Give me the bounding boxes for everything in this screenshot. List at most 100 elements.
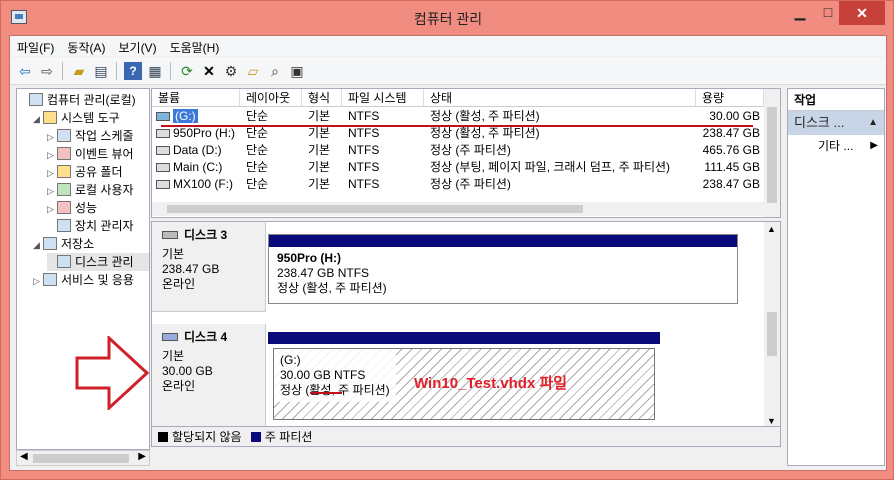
table-row[interactable]: 950Pro (H:) 단순 기본 NTFS 정상 (활성, 주 파티션) 238.47 … <box>152 125 764 142</box>
column-header-layout[interactable]: 레이아웃 <box>240 89 302 107</box>
actions-section-disk[interactable]: 디스크 ... ▲ <box>788 111 884 135</box>
tree-item[interactable]: ◢ 시스템 도구 <box>33 109 149 127</box>
volume-name: 950Pro (H:) <box>173 126 236 140</box>
scroll-thumb[interactable] <box>767 312 777 356</box>
scroll-left-icon[interactable]: ◀ <box>20 451 28 462</box>
tree-item-label: 이벤트 뷰어 <box>75 147 134 161</box>
tree-item[interactable]: 컴퓨터 관리(로컬) <box>19 91 149 109</box>
menu-file[interactable]: 파일(F) <box>10 36 60 56</box>
table-row[interactable]: Data (D:) 단순 기본 NTFS 정상 (주 파티션) 465.76 GB <box>152 142 764 159</box>
column-header-status[interactable]: 상태 <box>424 89 696 107</box>
disk-size: 30.00 GB <box>162 364 213 378</box>
drive-icon <box>156 180 170 189</box>
column-header-type[interactable]: 형식 <box>302 89 342 107</box>
cell-type: 기본 <box>308 126 331 140</box>
expand-icon[interactable]: ▷ <box>47 182 57 200</box>
menu-view[interactable]: 보기(V) <box>111 36 162 56</box>
drive-icon <box>156 163 170 172</box>
expand-icon[interactable]: ◢ <box>33 110 43 128</box>
expand-icon[interactable]: ▷ <box>47 146 57 164</box>
volume-list: 볼륨 레이아웃 형식 파일 시스템 상태 용량 (G:) 단순 기본 NTFS 정상 (… <box>151 88 781 218</box>
table-row[interactable]: (G:) 단순 기본 NTFS 정상 (활성, 주 파티션) 30.00 GB <box>152 108 764 125</box>
tree-item-label: 저장소 <box>61 237 95 251</box>
cell-layout: 단순 <box>246 126 269 140</box>
volume-horizontal-scrollbar[interactable] <box>152 202 764 216</box>
minimize-button[interactable]: ▁ <box>785 1 815 25</box>
properties-icon[interactable]: ▦ <box>146 62 164 80</box>
menu-action[interactable]: 동작(A) <box>60 36 111 56</box>
annotation-arrow-icon <box>75 336 149 410</box>
partition-label: 950Pro (H:) <box>277 251 342 265</box>
disk-map: 디스크 3 기본 238.47 GB 온라인 950Pro (H:) 238.4… <box>151 221 781 427</box>
tree-item[interactable]: ◢ 저장소 <box>33 235 149 253</box>
cell-filesystem: NTFS <box>348 177 380 191</box>
menu-help[interactable]: 도움말(H) <box>163 36 226 56</box>
legend: 할당되지 않음 주 파티션 <box>151 427 781 447</box>
scroll-down-icon[interactable]: ▼ <box>767 416 776 426</box>
tree-horizontal-scrollbar[interactable]: ◀ ▶ <box>16 450 150 466</box>
expand-icon[interactable]: ◢ <box>33 236 43 254</box>
tree-item[interactable]: ▷ 로컬 사용자 <box>47 181 149 199</box>
expand-icon[interactable]: ▷ <box>47 164 57 182</box>
expand-icon[interactable]: ▷ <box>47 128 57 146</box>
show-tree-icon[interactable]: ▤ <box>92 62 110 80</box>
disk-vertical-scrollbar[interactable]: ▲ ▼ <box>764 222 780 426</box>
tree-item[interactable]: ▷ 서비스 및 응용 <box>33 271 149 289</box>
cell-volume: Main (C:) <box>156 159 240 176</box>
disk-3-label[interactable]: 디스크 3 기본 238.47 GB 온라인 <box>152 222 266 312</box>
forward-icon[interactable]: ⇨ <box>38 62 56 80</box>
cell-volume: MX100 (F:) <box>156 176 240 193</box>
open-folder-icon[interactable]: ▱ <box>244 62 262 80</box>
export-icon[interactable]: ▣ <box>288 62 306 80</box>
disk-4-label[interactable]: 디스크 4 기본 30.00 GB 온라인 <box>152 324 266 426</box>
cell-filesystem: NTFS <box>348 109 380 123</box>
tree-item-label: 장치 관리자 <box>75 219 134 233</box>
legend-primary-swatch <box>250 432 261 442</box>
drive-icon <box>156 129 170 138</box>
table-row[interactable]: MX100 (F:) 단순 기본 NTFS 정상 (주 파티션) 238.47 GB <box>152 176 764 193</box>
actions-more[interactable]: 기타 ... ▶ <box>788 135 884 157</box>
scroll-thumb[interactable] <box>167 205 583 213</box>
settings-icon[interactable]: ⚙ <box>222 62 240 80</box>
annotation-underline-row <box>161 125 753 127</box>
delete-icon[interactable]: ✕ <box>200 62 218 80</box>
help-icon[interactable]: ? <box>124 62 142 80</box>
volume-vertical-scrollbar[interactable] <box>764 89 780 217</box>
local-users-icon <box>57 183 71 196</box>
tree-item[interactable]: ▷ 작업 스케줄 <box>47 127 149 145</box>
disk-type: 기본 <box>162 349 185 363</box>
partition-950pro[interactable]: 950Pro (H:) 238.47 GB NTFS 정상 (활성, 주 파티션… <box>268 234 738 304</box>
cell-type: 기본 <box>308 109 331 123</box>
tree-item[interactable]: 디스크 관리 <box>47 253 149 271</box>
menu-bar: 파일(F) 동작(A) 보기(V) 도움말(H) <box>10 36 886 56</box>
partition-detail: 30.00 GB NTFS <box>280 368 366 382</box>
tree-item-label: 서비스 및 응용 <box>61 273 134 287</box>
column-header-size[interactable]: 용량 <box>696 89 764 107</box>
refresh-icon[interactable]: ⟳ <box>178 62 196 80</box>
scroll-right-icon[interactable]: ▶ <box>138 451 146 462</box>
task-scheduler-icon <box>57 129 71 142</box>
up-folder-icon[interactable]: ▰ <box>70 62 88 80</box>
virtual-disk-icon <box>162 333 178 341</box>
tree-item-label: 디스크 관리 <box>75 255 134 269</box>
scroll-up-icon[interactable]: ▲ <box>767 224 776 234</box>
disk-state: 온라인 <box>162 379 196 393</box>
expand-icon[interactable]: ▷ <box>33 272 43 290</box>
back-icon[interactable]: ⇦ <box>16 62 34 80</box>
tree-item[interactable]: ▷ 공유 폴더 <box>47 163 149 181</box>
column-header-filesystem[interactable]: 파일 시스템 <box>342 89 424 107</box>
table-row[interactable]: Main (C:) 단순 기본 NTFS 정상 (부팅, 페이지 파일, 크래시 덤프,… <box>152 159 764 176</box>
column-header-volume[interactable]: 볼륨 <box>152 89 240 107</box>
collapse-icon[interactable]: ▲ <box>868 111 878 135</box>
tree-item[interactable]: 장치 관리자 <box>47 217 149 235</box>
scroll-thumb[interactable] <box>33 454 129 463</box>
expand-icon[interactable]: ▷ <box>47 200 57 218</box>
performance-icon <box>57 201 71 214</box>
search-icon[interactable]: ⌕ <box>266 62 284 80</box>
cell-size: 465.76 GB <box>702 143 760 157</box>
tree-item[interactable]: ▷ 성능 <box>47 199 149 217</box>
scroll-thumb[interactable] <box>767 107 777 203</box>
close-button[interactable]: ✕ <box>839 1 885 25</box>
tree-item-label: 공유 폴더 <box>75 165 123 179</box>
tree-item[interactable]: ▷ 이벤트 뷰어 <box>47 145 149 163</box>
